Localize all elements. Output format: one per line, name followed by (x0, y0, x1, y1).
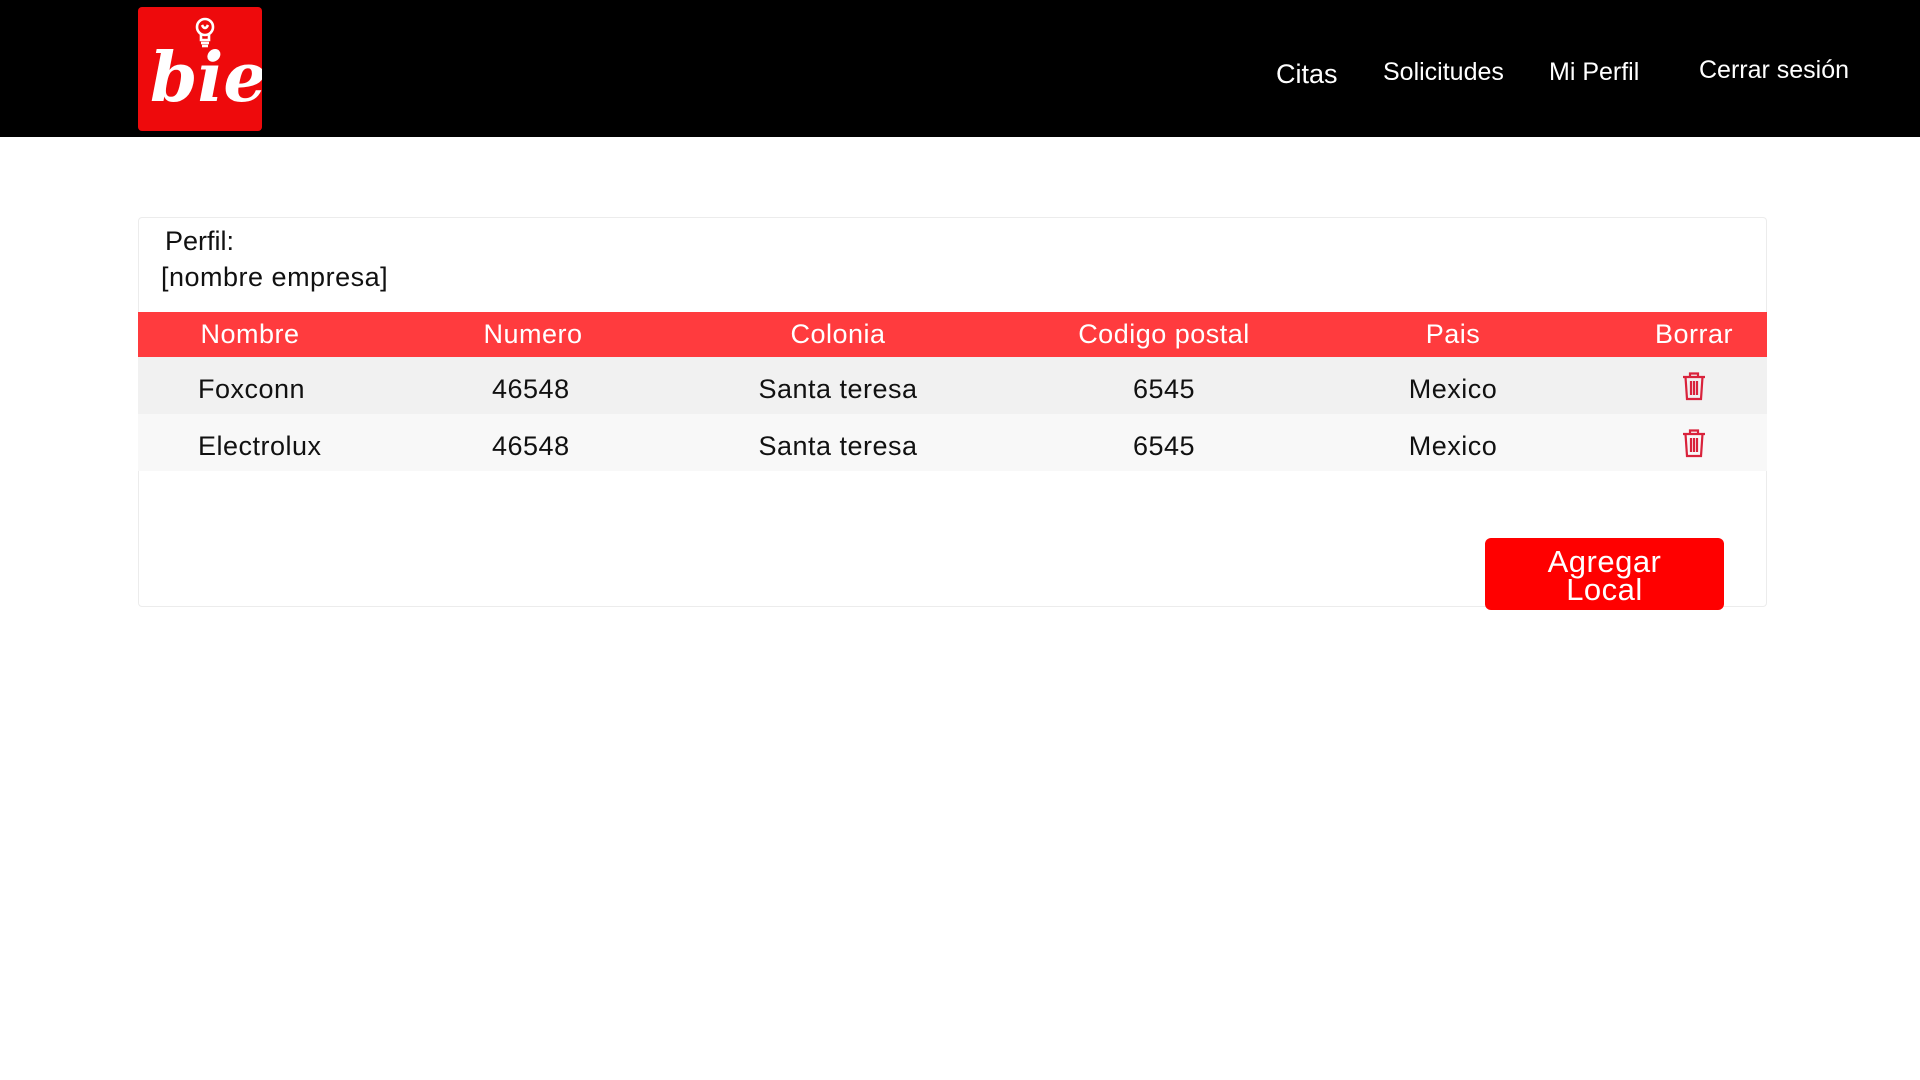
trash-icon[interactable] (1681, 428, 1707, 458)
column-header-borrar: Borrar (1654, 319, 1734, 349)
cell-numero: 46548 (492, 431, 570, 461)
perfil-label: Perfil: (165, 226, 235, 256)
agregar-local-button[interactable]: Agregar Local (1485, 538, 1724, 610)
table-row: Electrolux 46548 Santa teresa 6545 Mexic… (138, 414, 1767, 471)
cell-pais: Mexico (1408, 374, 1498, 404)
top-navbar: bie Citas Solicitudes Mi Perfil Cerrar s… (0, 0, 1920, 137)
nav-cerrar-sesion[interactable]: Cerrar sesión (1699, 56, 1849, 85)
cell-codigo-postal: 6545 (1132, 374, 1196, 404)
cell-nombre: Foxconn (198, 374, 306, 404)
cell-numero: 46548 (492, 374, 570, 404)
logo-wordmark: bie (150, 38, 262, 118)
cell-colonia: Santa teresa (758, 374, 918, 404)
cell-pais: Mexico (1408, 431, 1498, 461)
table-header: Nombre Numero Colonia Codigo postal Pais… (138, 312, 1767, 357)
bie-logo-mark: bie (150, 17, 262, 118)
column-header-pais: Pais (1425, 319, 1481, 349)
column-header-colonia: Colonia (790, 319, 886, 349)
cell-nombre: Electrolux (198, 431, 322, 461)
column-header-codigo-postal: Codigo postal (1078, 319, 1250, 349)
nav-solicitudes[interactable]: Solicitudes (1383, 58, 1504, 87)
nav-mi-perfil[interactable]: Mi Perfil (1549, 58, 1639, 87)
locales-table: Nombre Numero Colonia Codigo postal Pais… (138, 312, 1767, 471)
company-name: [nombre empresa] (161, 262, 389, 292)
agregar-label-line2: Local (1566, 572, 1643, 607)
trash-icon[interactable] (1681, 371, 1707, 401)
bie-logo[interactable]: bie (138, 7, 262, 131)
table-row: Foxconn 46548 Santa teresa 6545 Mexico (138, 357, 1767, 414)
cell-colonia: Santa teresa (758, 431, 918, 461)
column-header-nombre: Nombre (200, 319, 300, 349)
column-header-numero: Numero (483, 319, 583, 349)
cell-codigo-postal: 6545 (1132, 431, 1196, 461)
nav-citas[interactable]: Citas (1276, 59, 1338, 90)
